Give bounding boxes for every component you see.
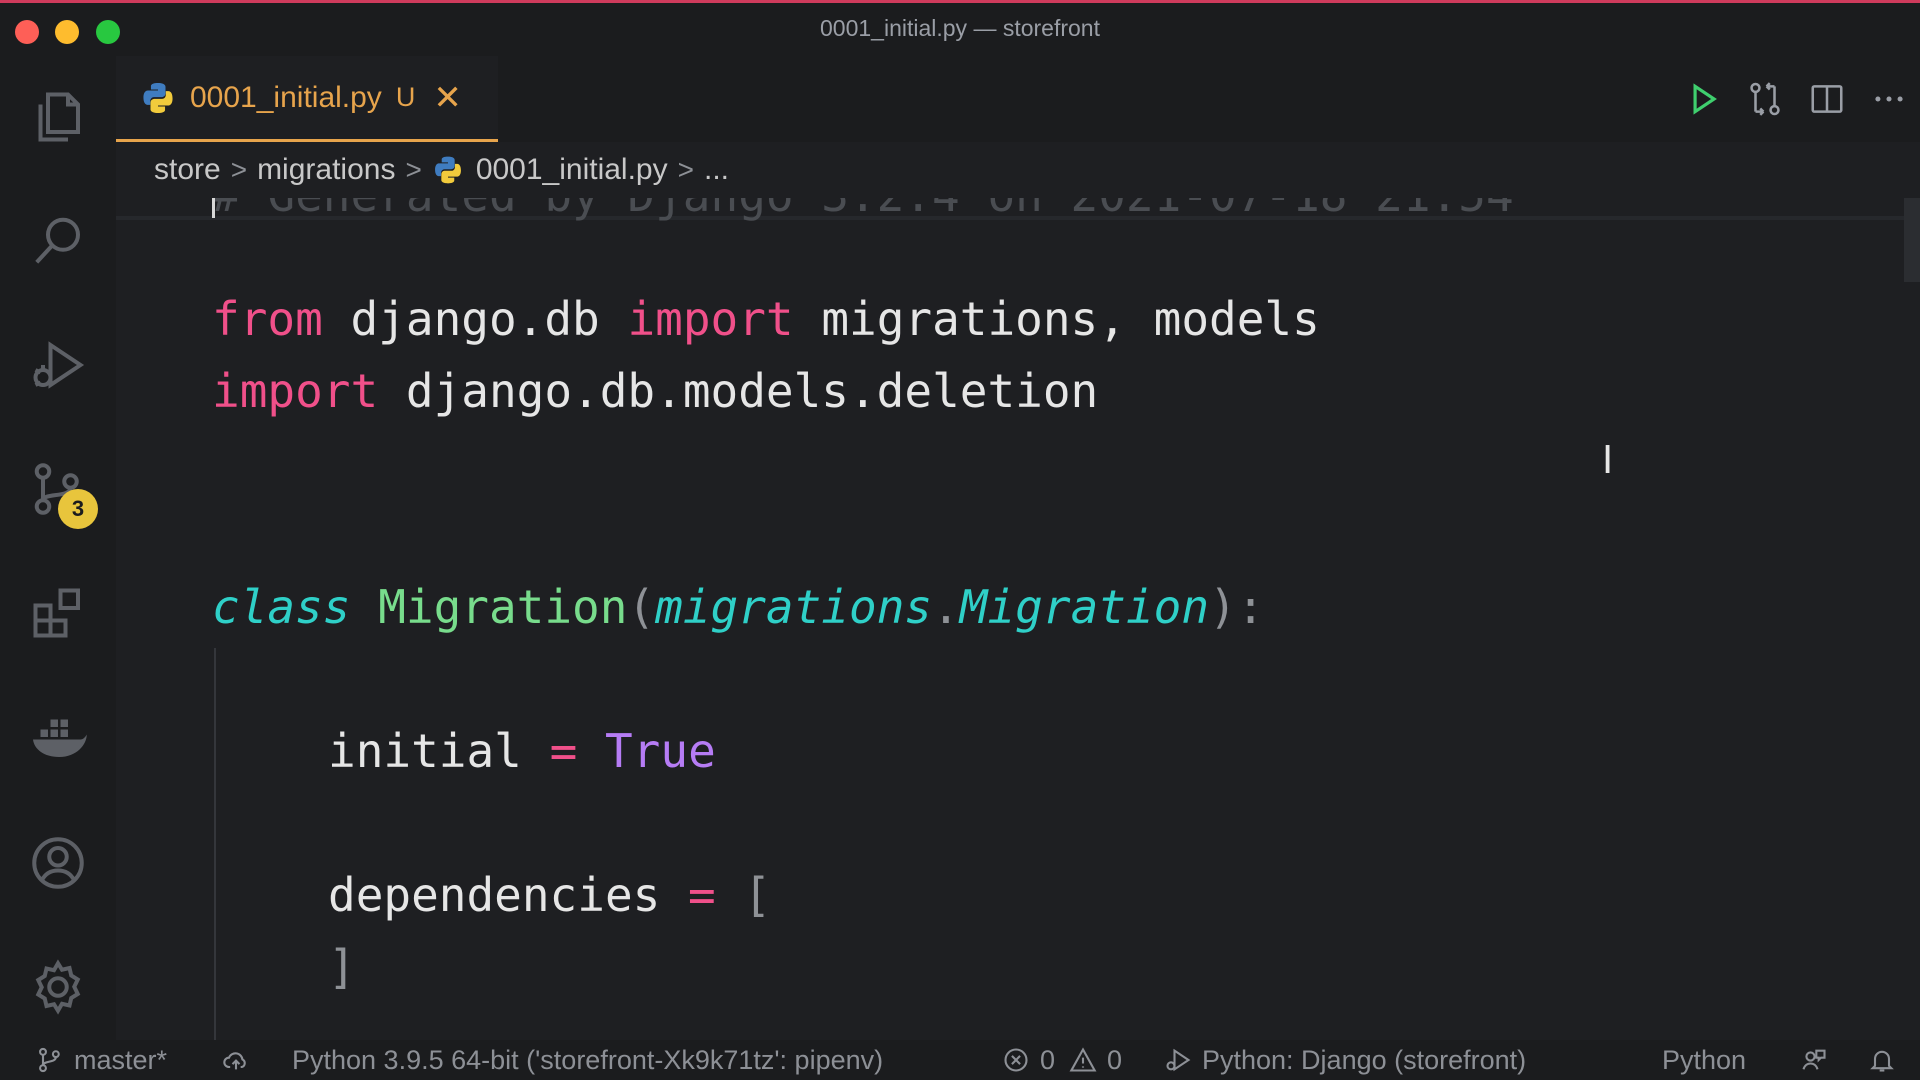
keyword: class xyxy=(212,580,351,634)
module: django.db.models.deletion xyxy=(405,364,1099,418)
breadcrumb-separator: > xyxy=(230,154,248,185)
sync-button[interactable] xyxy=(222,1040,260,1080)
editor-scrollbar[interactable] xyxy=(1904,198,1920,282)
code-line-import: import django.db.models.deletion xyxy=(212,364,1098,418)
keyword: from xyxy=(212,292,323,346)
base-class: Migration xyxy=(959,580,1210,634)
breadcrumb-migrations[interactable]: migrations xyxy=(257,153,395,187)
punctuation: . xyxy=(932,580,960,634)
account-icon xyxy=(32,837,84,889)
split-editor-button[interactable] xyxy=(1796,68,1858,130)
source-control-badge: 3 xyxy=(58,489,98,529)
keyword: import xyxy=(627,292,794,346)
run-file-button[interactable] xyxy=(1672,68,1734,130)
punctuation: ] xyxy=(328,940,356,994)
problems-indicator[interactable]: 0 0 xyxy=(1002,1040,1122,1080)
warning-count: 0 xyxy=(1107,1044,1123,1075)
more-actions-button[interactable] xyxy=(1858,68,1920,130)
language-mode[interactable]: Python xyxy=(1662,1040,1746,1080)
debug-configuration[interactable]: Python: Django (storefront) xyxy=(1164,1040,1526,1080)
activity-search[interactable] xyxy=(0,186,116,296)
punctuation: ): xyxy=(1209,580,1265,634)
tab-bar: 0001_initial.py U ✕ xyxy=(116,56,1920,142)
feedback-button[interactable] xyxy=(1800,1040,1838,1080)
git-branch-icon xyxy=(39,1047,60,1073)
code-line-from-import: from django.db import migrations, models xyxy=(212,292,1320,346)
activity-docker[interactable] xyxy=(0,682,116,792)
breadcrumb: store > migrations > 0001_initial.py > .… xyxy=(116,142,1920,198)
split-editor-icon xyxy=(1811,85,1843,113)
untracked-status: U xyxy=(395,82,416,112)
code-line-dependencies: dependencies = [ xyxy=(328,868,771,922)
error-icon xyxy=(1004,1048,1028,1072)
interpreter-label: Python 3.9.5 64-bit ('storefront-Xk9k71t… xyxy=(292,1044,884,1075)
activity-manage[interactable] xyxy=(0,932,116,1042)
python-file-icon xyxy=(143,82,173,113)
tab-0001-initial[interactable]: 0001_initial.py U ✕ xyxy=(116,56,498,142)
cloud-upload-icon xyxy=(223,1052,246,1070)
breadcrumb-separator: > xyxy=(677,154,694,185)
warning-icon xyxy=(1069,1047,1097,1072)
operator: = xyxy=(688,868,716,922)
code-line-initial: initial = True xyxy=(328,724,716,778)
debug-config-label: Python: Django (storefront) xyxy=(1202,1044,1527,1075)
tab-label: 0001_initial.py xyxy=(190,80,382,114)
activity-explorer[interactable] xyxy=(0,62,116,172)
activity-source-control[interactable]: 3 xyxy=(0,434,116,544)
files-icon xyxy=(38,92,80,142)
punctuation: [ xyxy=(743,868,772,922)
activity-extensions[interactable] xyxy=(0,558,116,668)
activity-accounts[interactable] xyxy=(0,808,116,918)
code-line-class: class Migration(migrations.Migration): xyxy=(212,580,1264,634)
python-interpreter[interactable]: Python 3.9.5 64-bit ('storefront-Xk9k71t… xyxy=(292,1040,883,1080)
extensions-icon xyxy=(33,588,80,638)
breadcrumb-separator: > xyxy=(405,154,422,185)
breadcrumb-symbols[interactable]: ... xyxy=(704,153,729,187)
activity-bar: 3 xyxy=(0,56,116,1040)
bell-icon xyxy=(1870,1050,1894,1072)
run-debug-icon xyxy=(33,341,85,389)
editor-actions xyxy=(1672,56,1920,142)
imported-names: migrations, models xyxy=(821,292,1320,346)
window-title: 0001_initial.py — storefront xyxy=(820,15,1100,41)
breadcrumb-store[interactable]: store xyxy=(154,153,221,187)
variable: dependencies xyxy=(328,868,661,922)
boolean: True xyxy=(604,724,716,778)
search-icon xyxy=(35,217,80,264)
gear-icon xyxy=(35,959,81,1015)
code-editor[interactable]: # Generated by Django 3.2.4 on 2021-07-1… xyxy=(116,198,1920,1040)
base-module: migrations xyxy=(655,580,933,634)
docker-icon xyxy=(33,719,87,757)
compare-changes-icon xyxy=(1750,82,1780,116)
run-debug-icon xyxy=(1166,1048,1191,1072)
title-bar: 0001_initial.py — storefront xyxy=(0,0,1920,56)
status-bar: master* Python 3.9.5 64-bit ('storefront… xyxy=(0,1040,1920,1080)
class-name: Migration xyxy=(378,580,628,634)
punctuation: ( xyxy=(627,580,656,634)
indent-guide xyxy=(214,648,216,1040)
activity-run-debug[interactable] xyxy=(0,310,116,420)
branch-indicator[interactable]: master* xyxy=(36,1040,167,1080)
operator: = xyxy=(549,724,578,778)
code-line-close-bracket: ] xyxy=(328,940,356,994)
text-cursor xyxy=(212,198,215,218)
close-tab-icon[interactable]: ✕ xyxy=(433,81,462,115)
breadcrumb-file[interactable]: 0001_initial.py xyxy=(476,153,668,187)
language-label: Python xyxy=(1662,1044,1747,1075)
play-icon xyxy=(1693,83,1717,115)
feedback-icon xyxy=(1802,1049,1826,1070)
branch-name: master* xyxy=(74,1044,168,1075)
python-file-icon xyxy=(434,156,461,184)
code-line-comment: # Generated by Django 3.2.4 on 2021-07-1… xyxy=(212,198,1514,222)
variable: initial xyxy=(328,724,522,778)
open-changes-button[interactable] xyxy=(1734,68,1796,130)
error-count: 0 xyxy=(1040,1044,1056,1075)
notifications-button[interactable] xyxy=(1868,1040,1906,1080)
mouse-ibeam-cursor: I xyxy=(1602,438,1614,482)
keyword: import xyxy=(212,364,379,418)
module: django.db xyxy=(350,292,600,346)
ellipsis-icon xyxy=(1875,96,1903,102)
